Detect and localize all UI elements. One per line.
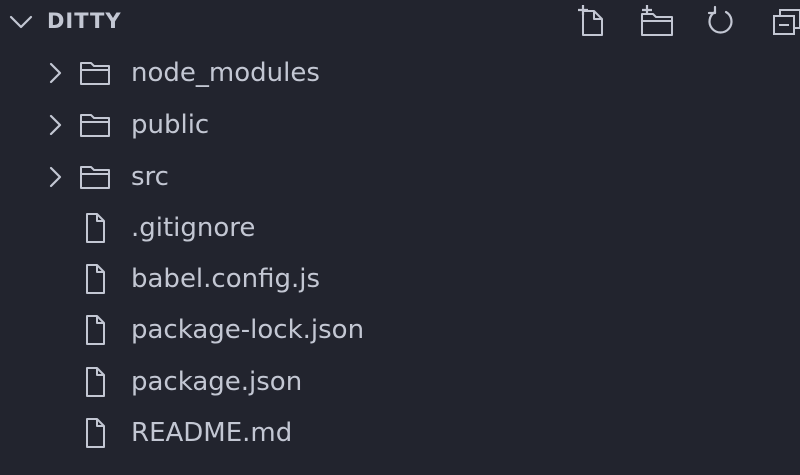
tree-item-label: package.json bbox=[131, 365, 302, 399]
tree-item-folder[interactable]: node_modules bbox=[0, 48, 800, 98]
file-icon bbox=[78, 365, 112, 399]
tree-item-file[interactable]: babel.config.js bbox=[0, 254, 800, 304]
tree-item-label: babel.config.js bbox=[131, 262, 320, 296]
tree-item-label: public bbox=[131, 108, 209, 142]
tree-item-label: README.md bbox=[131, 416, 292, 450]
new-file-icon[interactable] bbox=[575, 4, 611, 40]
folder-icon bbox=[78, 108, 112, 142]
refresh-icon[interactable] bbox=[703, 4, 739, 40]
explorer-header[interactable]: DITTY bbox=[0, 0, 800, 44]
file-icon bbox=[78, 416, 112, 450]
tree-item-label: package-lock.json bbox=[131, 313, 364, 347]
chevron-right-icon[interactable] bbox=[44, 113, 66, 137]
workspace-title[interactable]: DITTY bbox=[47, 7, 122, 35]
file-explorer: DITTY bbox=[0, 0, 800, 475]
tree-item-file[interactable]: .gitignore bbox=[0, 203, 800, 253]
collapse-all-icon[interactable] bbox=[770, 4, 800, 40]
tree-item-label: node_modules bbox=[131, 56, 320, 90]
tree-item-file[interactable]: package-lock.json bbox=[0, 305, 800, 355]
file-icon bbox=[78, 313, 112, 347]
file-icon bbox=[78, 211, 112, 245]
tree-item-folder[interactable]: src bbox=[0, 152, 800, 202]
tree-item-folder[interactable]: public bbox=[0, 100, 800, 150]
chevron-right-icon[interactable] bbox=[44, 165, 66, 189]
chevron-right-icon[interactable] bbox=[44, 61, 66, 85]
tree-item-file[interactable]: README.md bbox=[0, 408, 800, 458]
tree-item-label: .gitignore bbox=[131, 211, 255, 245]
folder-icon bbox=[78, 56, 112, 90]
folder-icon bbox=[78, 160, 112, 194]
chevron-down-icon[interactable] bbox=[8, 12, 34, 32]
new-folder-icon[interactable] bbox=[639, 4, 675, 40]
tree-item-file[interactable]: package.json bbox=[0, 357, 800, 407]
tree-item-label: src bbox=[131, 160, 169, 194]
file-icon bbox=[78, 262, 112, 296]
